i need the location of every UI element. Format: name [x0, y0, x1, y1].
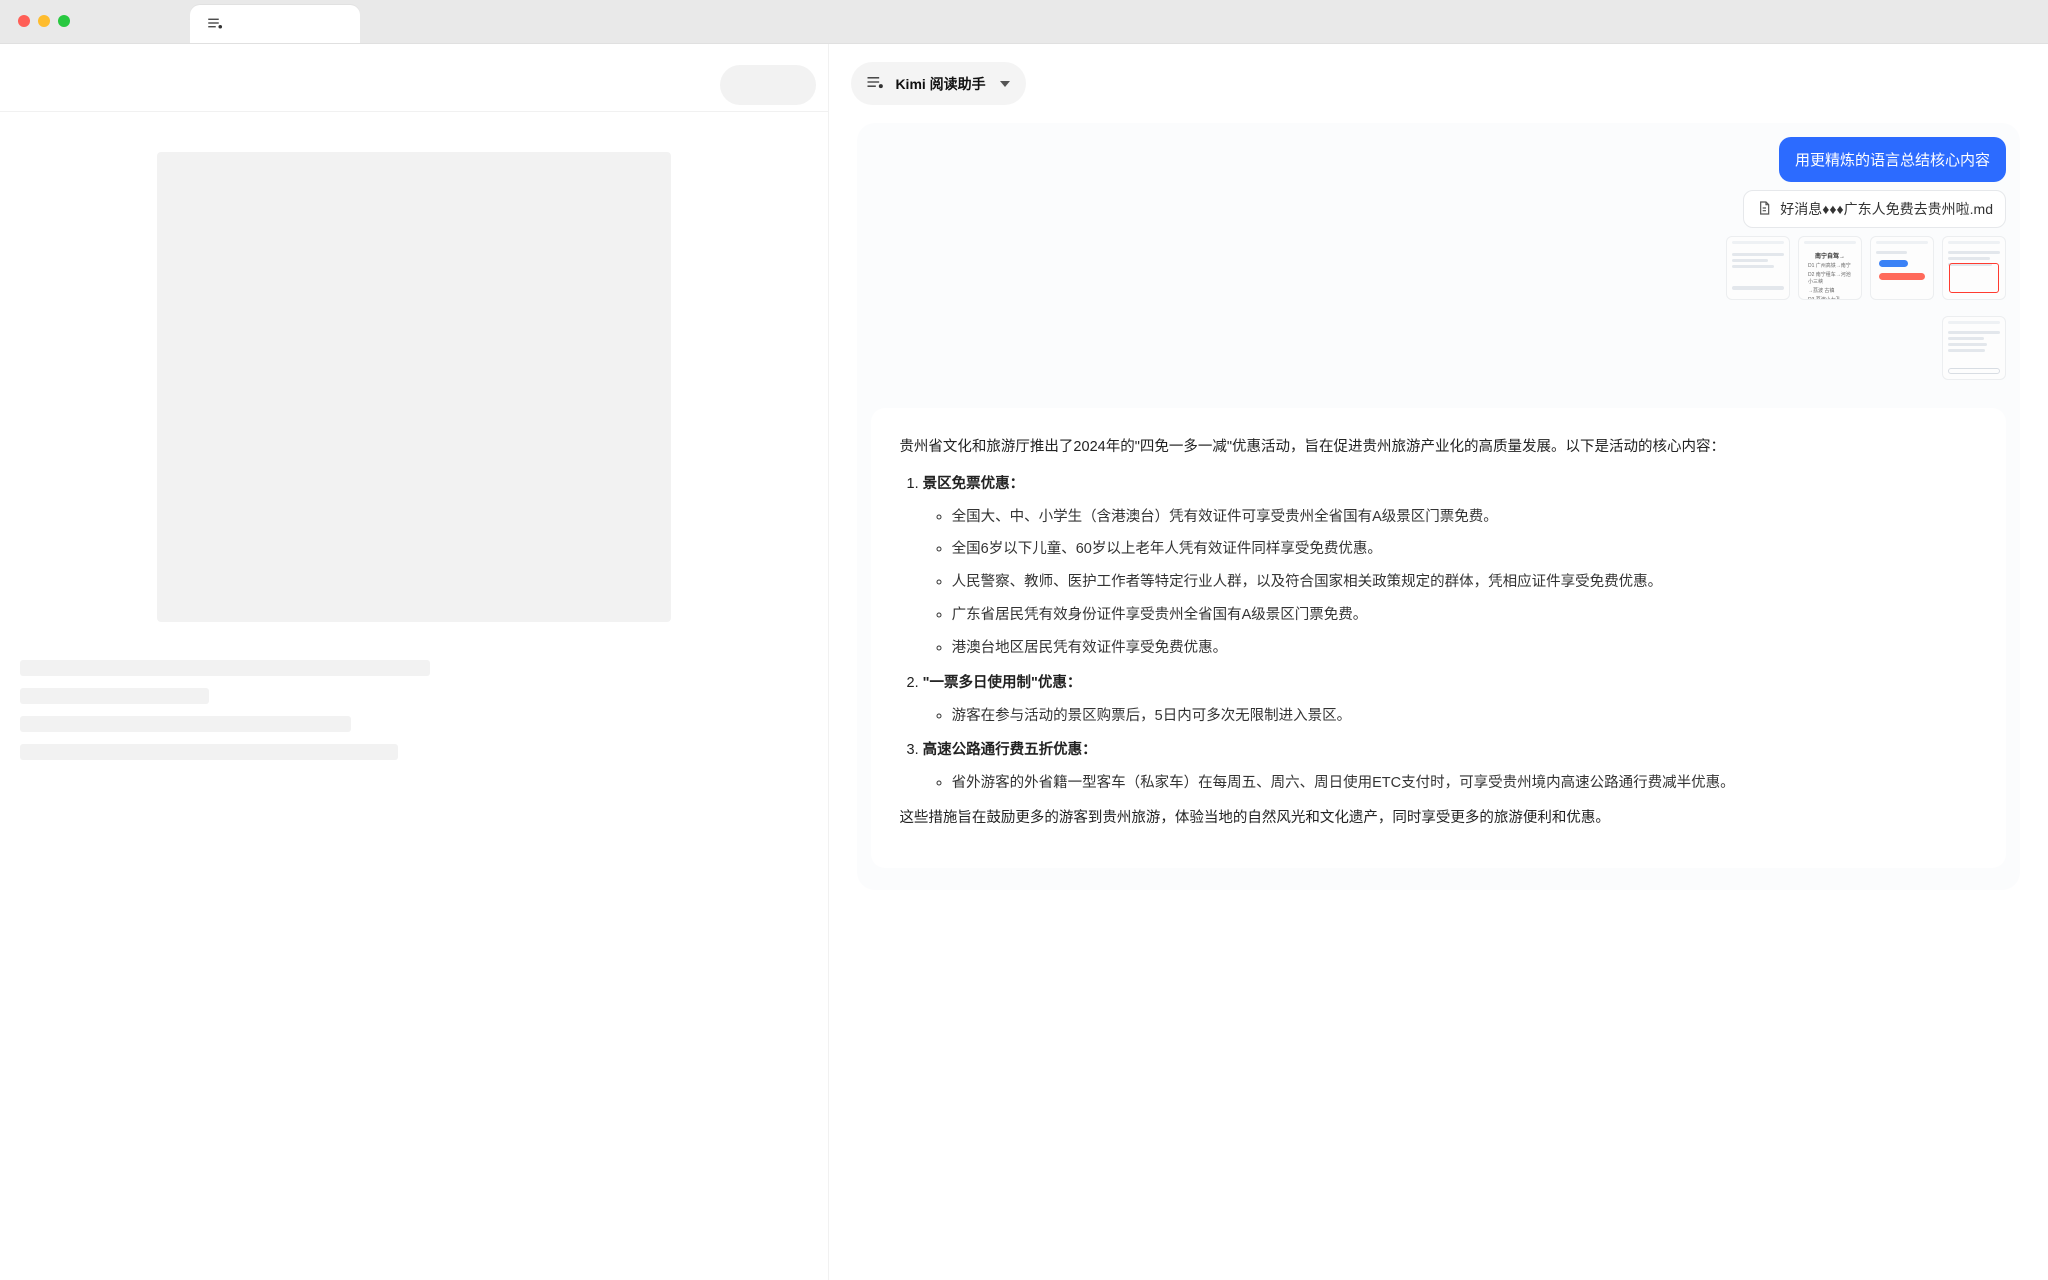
attached-file-name: 好消息♦♦♦广东人免费去贵州啦.md [1780, 199, 1993, 219]
document-pane-header [0, 58, 828, 112]
section-1-title: 景区免票优惠 [923, 476, 1025, 492]
conversation-inner: 用更精炼的语言总结核心内容 好消息♦♦♦广东人免费去贵州啦.md [857, 123, 2020, 890]
window-controls [18, 0, 70, 43]
chevron-down-icon [1000, 81, 1010, 87]
section-1-bullet-5: 港澳台地区居民凭有效证件享受免费优惠。 [952, 635, 1978, 662]
answer-section-3: 高速公路通行费五折优惠 省外游客的外省籍一型客车（私家车）在每周五、周六、周日使… [923, 737, 1978, 797]
app-body: Kimi 阅读助手 用更精炼的语言总结核心内容 [0, 44, 2048, 1280]
file-icon [1756, 200, 1772, 219]
chat-pane: Kimi 阅读助手 用更精炼的语言总结核心内容 [829, 44, 2048, 1280]
section-3-bullet-1: 省外游客的外省籍一型客车（私家车）在每周五、周六、周日使用ETC支付时，可享受贵… [952, 770, 1978, 797]
window-titlebar [0, 0, 2048, 44]
assistant-selector[interactable]: Kimi 阅读助手 [851, 62, 1025, 105]
attached-file-chip[interactable]: 好消息♦♦♦广东人免费去贵州啦.md [1743, 190, 2006, 228]
document-pane [0, 44, 829, 1280]
image-thumbnail-4[interactable] [1942, 236, 2006, 300]
user-message-text: 用更精炼的语言总结核心内容 [1795, 152, 1990, 169]
section-1-bullet-1: 全国大、中、小学生（含港澳台）凭有效证件可享受贵州全省国有A级景区门票免费。 [952, 504, 1978, 531]
answer-intro: 贵州省文化和旅游厅推出了2024年的"四免一多一减"优惠活动，旨在促进贵州旅游产… [899, 434, 1978, 461]
header-action-placeholder[interactable] [720, 65, 816, 105]
thumb2-title: 南宁自驾→ [1804, 251, 1856, 260]
image-thumbnail-5[interactable] [1942, 316, 2006, 380]
user-message-bubble: 用更精炼的语言总结核心内容 [1779, 137, 2006, 182]
assistant-name: Kimi 阅读助手 [895, 74, 985, 94]
answer-section-1: 景区免票优惠 全国大、中、小学生（含港澳台）凭有效证件可享受贵州全省国有A级景区… [923, 471, 1978, 662]
section-1-bullet-4: 广东省居民凭有效身份证件享受贵州全省国有A级景区门票免费。 [952, 602, 1978, 629]
image-thumbnail-2[interactable]: 南宁自驾→ D1 广州高铁→南宁 D2 南宁租车→河池小三峡 →荔波 古镇 D3… [1798, 236, 1862, 300]
section-3-title: 高速公路通行费五折优惠 [923, 742, 1097, 758]
section-1-bullet-3: 人民警察、教师、医护工作者等特定行业人群，以及符合国家相关政策规定的群体，凭相应… [952, 569, 1978, 596]
section-2-title: "一票多日使用制"优惠 [923, 675, 1082, 691]
browser-tab[interactable] [190, 5, 360, 43]
conversation-scroll[interactable]: 用更精炼的语言总结核心内容 好消息♦♦♦广东人免费去贵州啦.md [829, 123, 2048, 1280]
user-message-block: 用更精炼的语言总结核心内容 好消息♦♦♦广东人免费去贵州啦.md [871, 137, 2006, 380]
document-text-placeholder [0, 640, 828, 760]
image-thumbnail-1[interactable] [1726, 236, 1790, 300]
section-2-bullet-1: 游客在参与活动的景区购票后，5日内可多次无限制进入景区。 [952, 703, 1978, 730]
assistant-logo-icon [865, 72, 885, 95]
answer-sections: 景区免票优惠 全国大、中、小学生（含港澳台）凭有效证件可享受贵州全省国有A级景区… [899, 471, 1978, 797]
chat-header: Kimi 阅读助手 [829, 44, 2048, 123]
document-preview-placeholder [157, 152, 671, 622]
window-zoom-button[interactable] [58, 15, 70, 27]
attached-image-thumbnails: 南宁自驾→ D1 广州高铁→南宁 D2 南宁租车→河池小三峡 →荔波 古镇 D3… [1726, 236, 2006, 300]
section-1-bullet-2: 全国6岁以下儿童、60岁以上老年人凭有效证件同样享受免费优惠。 [952, 536, 1978, 563]
app-logo-icon [206, 14, 224, 35]
window-minimize-button[interactable] [38, 15, 50, 27]
answer-outro: 这些措施旨在鼓励更多的游客到贵州旅游，体验当地的自然风光和文化遗产，同时享受更多… [899, 805, 1978, 832]
answer-section-2: "一票多日使用制"优惠 游客在参与活动的景区购票后，5日内可多次无限制进入景区。 [923, 670, 1978, 730]
window-close-button[interactable] [18, 15, 30, 27]
image-thumbnail-3[interactable] [1870, 236, 1934, 300]
assistant-answer: 贵州省文化和旅游厅推出了2024年的"四免一多一减"优惠活动，旨在促进贵州旅游产… [871, 408, 2006, 868]
